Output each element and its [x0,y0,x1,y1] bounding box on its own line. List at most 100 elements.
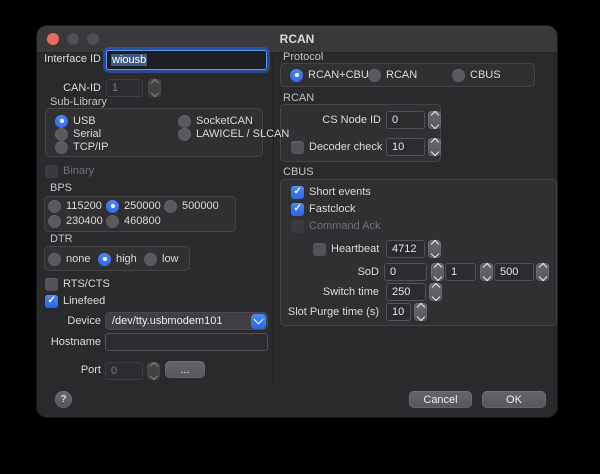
radio-460800-label: 460800 [124,215,161,227]
chevron-up-icon [482,263,490,271]
radio-low[interactable]: low [144,252,179,266]
binary-checkbox[interactable]: Binary [45,164,94,178]
radio-icon [178,128,191,141]
chevron-up-icon [538,263,546,271]
heartbeat-input[interactable]: 4712 [386,240,425,258]
can-id-input[interactable]: 1 [106,79,143,97]
short-events-label: Short events [309,186,371,198]
radio-rcan-cbus[interactable]: RCAN+CBUS [290,68,376,82]
radio-500000[interactable]: 500000 [164,199,219,213]
dtr-label: DTR [50,233,73,245]
hostname-input[interactable] [105,333,268,351]
sub-library-group: USB SocketCAN Serial LAWICEL / SLCAN TCP… [45,108,263,157]
decoder-check-label: Decoder check [309,141,382,153]
checkbox-icon [45,165,58,178]
short-events-checkbox[interactable]: Short events [291,185,371,199]
sod-stepper-2[interactable] [480,263,493,281]
radio-socketcan-label: SocketCAN [196,115,253,127]
radio-cbus[interactable]: CBUS [452,68,501,82]
chevron-up-icon [430,111,438,119]
decoder-check-input[interactable]: 10 [386,138,425,156]
sod-label: SoD [281,266,379,278]
chevron-down-icon [254,315,264,325]
radio-high-label: high [116,253,137,265]
radio-115200-label: 115200 [66,200,102,212]
switch-time-stepper[interactable] [429,283,442,301]
slot-purge-label: Slot Purge time (s) [281,306,379,318]
sod-input-1[interactable]: 0 [384,263,427,281]
sod-stepper-1[interactable] [431,263,444,281]
radio-lawicel-slcan[interactable]: LAWICEL / SLCAN [178,127,289,141]
radio-tcpip[interactable]: TCP/IP [55,140,108,154]
heartbeat-label: Heartbeat [331,243,379,255]
radio-250000-label: 250000 [124,200,161,212]
zoom-icon[interactable] [87,33,99,45]
chevron-down-icon [150,89,158,97]
radio-socketcan[interactable]: SocketCAN [178,114,253,128]
radio-serial[interactable]: Serial [55,127,101,141]
sod-input-2[interactable]: 1 [445,263,476,281]
can-id-stepper[interactable] [148,79,161,97]
port-browse-button[interactable]: ... [165,361,205,378]
radio-icon [164,200,177,213]
minimize-icon[interactable] [67,33,79,45]
ok-button[interactable]: OK [482,391,546,408]
radio-icon [452,69,465,82]
radio-icon [48,253,61,266]
chevron-down-icon [431,293,439,301]
command-ack-checkbox[interactable]: Command Ack [291,219,381,233]
checkbox-checked-icon [291,203,304,216]
checkbox-checked-icon [45,295,58,308]
radio-none[interactable]: none [48,252,90,266]
radio-230400[interactable]: 230400 [48,214,103,228]
radio-icon [55,128,68,141]
sod-stepper-3[interactable] [536,263,549,281]
decoder-check-checkbox[interactable]: Decoder check [291,140,382,154]
chevron-down-icon [433,273,441,281]
close-icon[interactable] [47,33,59,45]
port-input[interactable]: 0 [105,362,143,380]
interface-id-input[interactable]: wiousb [106,50,267,70]
radio-460800[interactable]: 460800 [106,214,161,228]
command-ack-label: Command Ack [309,220,381,232]
slot-purge-input[interactable]: 10 [386,303,411,321]
linefeed-checkbox[interactable]: Linefeed [45,294,105,308]
chevron-down-icon [416,313,424,321]
cs-node-id-stepper[interactable] [428,111,441,129]
port-stepper[interactable] [147,362,160,380]
help-button[interactable]: ? [55,391,72,408]
switch-time-input[interactable]: 250 [386,283,426,301]
heartbeat-stepper[interactable] [428,240,441,258]
cancel-button[interactable]: Cancel [409,391,472,408]
decoder-check-stepper[interactable] [428,138,441,156]
switch-time-label: Switch time [281,286,379,298]
radio-tcpip-label: TCP/IP [73,141,108,153]
fastclock-checkbox[interactable]: Fastclock [291,202,355,216]
radio-115200[interactable]: 115200 [48,199,102,213]
radio-icon [55,141,68,154]
sub-library-label: Sub-Library [50,96,107,108]
radio-usb[interactable]: USB [55,114,96,128]
slot-purge-stepper[interactable] [414,303,427,321]
cs-node-id-input[interactable]: 0 [386,111,425,129]
radio-rcan[interactable]: RCAN [368,68,417,82]
radio-icon [106,200,119,213]
cbus-section-label: CBUS [283,166,314,178]
radio-icon [178,115,191,128]
rts-cts-label: RTS/CTS [63,278,110,290]
radio-cbus-label: CBUS [470,69,501,81]
bps-label: BPS [50,182,72,194]
radio-rcan-label: RCAN [386,69,417,81]
chevron-down-icon [149,372,157,380]
device-popup[interactable]: /dev/tty.usbmodem101 [105,312,268,330]
titlebar[interactable]: RCAN [37,26,557,53]
radio-icon [290,69,303,82]
sod-input-3[interactable]: 500 [494,263,534,281]
radio-250000[interactable]: 250000 [106,199,161,213]
radio-high[interactable]: high [98,252,137,266]
rts-cts-checkbox[interactable]: RTS/CTS [45,277,110,291]
chevron-up-icon [430,138,438,146]
heartbeat-checkbox[interactable]: Heartbeat [313,242,379,256]
radio-icon [368,69,381,82]
checkbox-icon [291,141,304,154]
